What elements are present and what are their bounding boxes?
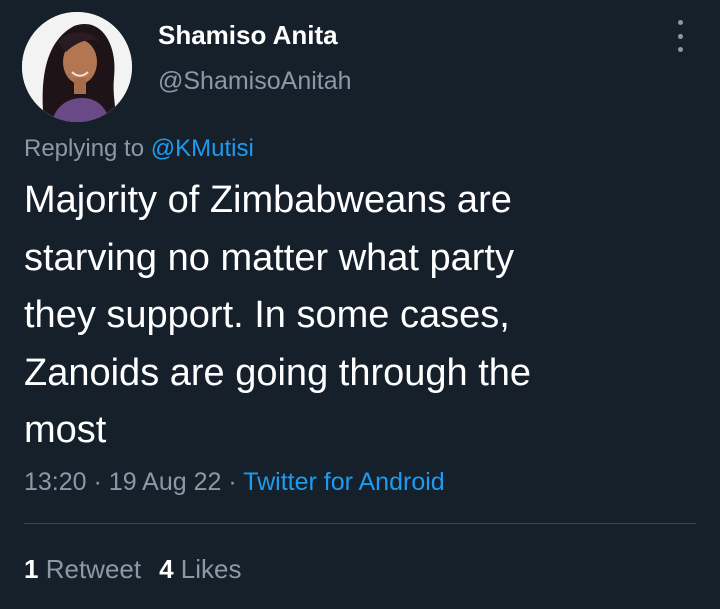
retweets-count: 1	[24, 554, 39, 584]
likes-count: 4	[159, 554, 174, 584]
more-dot	[677, 47, 683, 52]
tweet-text-line: most	[24, 409, 107, 451]
tweet-text-line: starving no matter what party	[24, 236, 514, 279]
more-dot	[677, 33, 683, 39]
avatar-image	[22, 12, 132, 122]
tweet-date[interactable]: 19 Aug 22	[109, 468, 222, 496]
reply-mention-link[interactable]: @KMutisi	[151, 135, 254, 162]
tweet-text-line: they support. In some cases,	[24, 294, 510, 336]
retweets-stat[interactable]: 1 Retweet	[24, 554, 141, 584]
tweet-text-line: Majority of Zimbabweans are	[24, 179, 512, 221]
more-vertical-icon[interactable]	[670, 20, 690, 52]
likes-stat[interactable]: 4 Likes	[159, 554, 241, 584]
meta-separator: ·	[228, 468, 237, 496]
divider	[24, 523, 696, 524]
replying-to: Replying to @KMutisi	[24, 133, 254, 165]
author-block: Shamiso Anita @ShamisoAnitah	[158, 18, 352, 97]
tweet-text: Majority of Zimbabweans are starving no …	[24, 172, 684, 460]
more-dot	[677, 20, 683, 25]
replying-to-label: Replying to	[24, 135, 145, 162]
retweets-label: Retweet	[45, 554, 142, 584]
avatar[interactable]	[22, 12, 132, 122]
tweet-text-line: Zanoids are going through the	[24, 351, 532, 394]
tweet-meta: 13:20 · 19 Aug 22 · Twitter for Android	[24, 465, 445, 499]
user-handle[interactable]: @ShamisoAnitah	[158, 65, 352, 97]
engagement-stats: 1 Retweet 4 Likes	[24, 552, 242, 586]
tweet-time[interactable]: 13:20	[24, 468, 87, 496]
likes-label: Likes	[180, 554, 242, 584]
meta-separator: ·	[93, 468, 102, 496]
tweet-card: Shamiso Anita @ShamisoAnitah Replying to…	[0, 0, 720, 609]
display-name[interactable]: Shamiso Anita	[158, 18, 352, 52]
tweet-source-link[interactable]: Twitter for Android	[243, 468, 444, 496]
